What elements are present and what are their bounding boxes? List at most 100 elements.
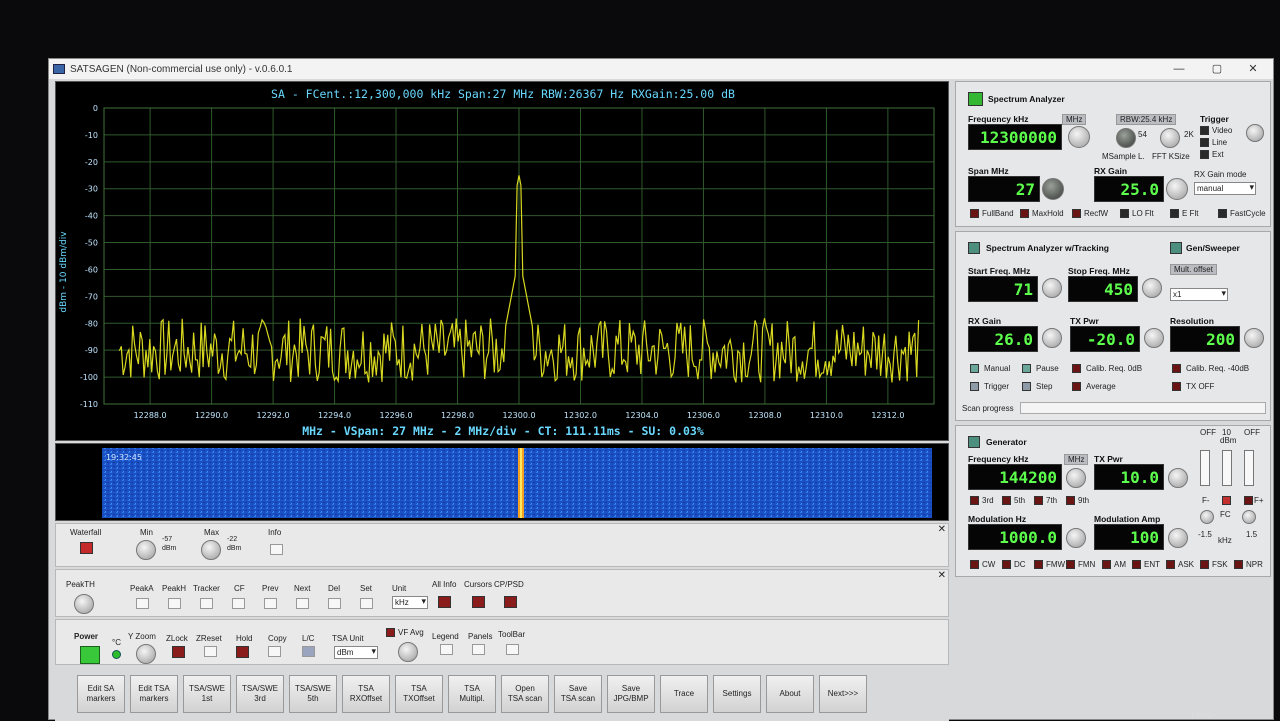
eflt-checkbox[interactable] xyxy=(1170,209,1179,218)
gen-txpwr-display[interactable]: 10.0 xyxy=(1094,464,1164,490)
fft-knob[interactable] xyxy=(1160,128,1180,148)
fplus-toggle[interactable] xyxy=(1244,496,1253,505)
fminus-knob[interactable] xyxy=(1200,510,1214,524)
fplus-knob[interactable] xyxy=(1242,510,1256,524)
npr-checkbox[interactable] xyxy=(1234,560,1243,569)
close-icon[interactable]: ✕ xyxy=(938,524,946,535)
resolution-display[interactable]: 200 xyxy=(1170,326,1240,352)
peakth-knob[interactable] xyxy=(74,594,94,614)
rxgain-display[interactable]: 25.0 xyxy=(1094,176,1164,202)
gen-slider-1[interactable] xyxy=(1200,450,1210,486)
pause-checkbox[interactable] xyxy=(1022,364,1031,373)
start-freq-knob[interactable] xyxy=(1042,278,1062,298)
legend-checkbox[interactable] xyxy=(440,644,453,655)
toolbar-checkbox[interactable] xyxy=(506,644,519,655)
loflt-checkbox[interactable] xyxy=(1120,209,1129,218)
gen-slider-3[interactable] xyxy=(1244,450,1254,486)
fastcycle-checkbox[interactable] xyxy=(1218,209,1227,218)
gen-active-indicator[interactable] xyxy=(968,436,980,448)
hold-toggle[interactable] xyxy=(236,646,249,658)
lc-toggle[interactable] xyxy=(302,646,315,657)
rxmode-select[interactable]: manual xyxy=(1194,182,1256,195)
gen-freq-knob[interactable] xyxy=(1066,468,1086,488)
trigger-video-checkbox[interactable] xyxy=(1200,126,1209,135)
toolbar-button-12[interactable]: Settings xyxy=(713,675,761,713)
next-button[interactable] xyxy=(296,598,309,609)
amp-knob[interactable] xyxy=(1168,528,1188,548)
fmn-checkbox[interactable] xyxy=(1066,560,1075,569)
start-freq-display[interactable]: 71 xyxy=(968,276,1038,302)
close-icon[interactable]: ✕ xyxy=(1235,61,1271,77)
msample-knob[interactable] xyxy=(1116,128,1136,148)
close-icon[interactable]: ✕ xyxy=(938,570,946,581)
resolution-knob[interactable] xyxy=(1244,328,1264,348)
stop-freq-display[interactable]: 450 xyxy=(1068,276,1138,302)
mult-offset-select[interactable]: x1 xyxy=(1170,288,1228,301)
toolbar-button-13[interactable]: About xyxy=(766,675,814,713)
allinfo-toggle[interactable] xyxy=(438,596,451,608)
sa-freq-unit[interactable]: MHz xyxy=(1062,114,1087,125)
vfavg-knob[interactable] xyxy=(398,642,418,662)
h7-checkbox[interactable] xyxy=(1034,496,1043,505)
cw-checkbox[interactable] xyxy=(970,560,979,569)
tsa-txpwr-display[interactable]: -20.0 xyxy=(1070,326,1140,352)
toolbar-button-14[interactable]: Next>>> xyxy=(819,675,867,713)
sa-active-indicator[interactable] xyxy=(968,92,983,106)
ask-checkbox[interactable] xyxy=(1166,560,1175,569)
mod-knob[interactable] xyxy=(1066,528,1086,548)
toolbar-button-6[interactable]: TSA TXOffset xyxy=(395,675,443,713)
span-display[interactable]: 27 xyxy=(968,176,1040,202)
copy-button[interactable] xyxy=(268,646,281,657)
ent-checkbox[interactable] xyxy=(1132,560,1141,569)
h5-checkbox[interactable] xyxy=(1002,496,1011,505)
sa-freq-display[interactable]: 12300000 xyxy=(968,124,1062,150)
gen-txpwr-knob[interactable] xyxy=(1168,468,1188,488)
toolbar-button-0[interactable]: Edit SA markers xyxy=(77,675,125,713)
txoff-checkbox[interactable] xyxy=(1172,382,1181,391)
spectrum-display[interactable]: SA - FCent.:12,300,000 kHz Span:27 MHz R… xyxy=(55,81,949,441)
manual-checkbox[interactable] xyxy=(970,364,979,373)
tracker-checkbox[interactable] xyxy=(200,598,213,609)
peaka-checkbox[interactable] xyxy=(136,598,149,609)
maximize-icon[interactable]: ▢ xyxy=(1199,61,1235,77)
trigger-ext-checkbox[interactable] xyxy=(1200,150,1209,159)
step-checkbox[interactable] xyxy=(1022,382,1031,391)
toolbar-button-9[interactable]: Save TSA scan xyxy=(554,675,602,713)
vfavg-toggle[interactable] xyxy=(386,628,395,637)
tsaunit-select[interactable]: dBm xyxy=(334,646,378,659)
recfw-checkbox[interactable] xyxy=(1072,209,1081,218)
toolbar-button-2[interactable]: TSA/SWE 1st xyxy=(183,675,231,713)
fmw-checkbox[interactable] xyxy=(1034,560,1043,569)
maxhold-checkbox[interactable] xyxy=(1020,209,1029,218)
h9-checkbox[interactable] xyxy=(1066,496,1075,505)
unit-select[interactable]: kHz xyxy=(392,596,428,609)
tsa-txpwr-knob[interactable] xyxy=(1144,328,1164,348)
minimize-icon[interactable]: — xyxy=(1161,61,1197,77)
panels-checkbox[interactable] xyxy=(472,644,485,655)
sa-freq-knob[interactable] xyxy=(1068,126,1090,148)
set-button[interactable] xyxy=(360,598,373,609)
gen-freq-unit[interactable]: MHz xyxy=(1064,454,1089,465)
cursors-toggle[interactable] xyxy=(472,596,485,608)
waterfall-display[interactable]: 19:32:45 xyxy=(55,443,949,521)
h3-checkbox[interactable] xyxy=(970,496,979,505)
amp-display[interactable]: 100 xyxy=(1094,524,1164,550)
toolbar-button-11[interactable]: Trace xyxy=(660,675,708,713)
peakh-checkbox[interactable] xyxy=(168,598,181,609)
max-knob[interactable] xyxy=(201,540,221,560)
toolbar-button-7[interactable]: TSA Multipl. xyxy=(448,675,496,713)
toolbar-button-4[interactable]: TSA/SWE 5th xyxy=(289,675,337,713)
power-button[interactable] xyxy=(80,646,100,664)
toolbar-button-10[interactable]: Save JPG/BMP xyxy=(607,675,655,713)
info-checkbox[interactable] xyxy=(270,544,283,555)
del-button[interactable] xyxy=(328,598,341,609)
tsa-rxgain-knob[interactable] xyxy=(1042,328,1062,348)
toolbar-button-8[interactable]: Open TSA scan xyxy=(501,675,549,713)
fullband-checkbox[interactable] xyxy=(970,209,979,218)
fc-toggle[interactable] xyxy=(1222,496,1231,505)
stop-freq-knob[interactable] xyxy=(1142,278,1162,298)
span-knob[interactable] xyxy=(1042,178,1064,200)
zreset-button[interactable] xyxy=(204,646,217,657)
zlock-toggle[interactable] xyxy=(172,646,185,658)
gen-slider-2[interactable] xyxy=(1222,450,1232,486)
